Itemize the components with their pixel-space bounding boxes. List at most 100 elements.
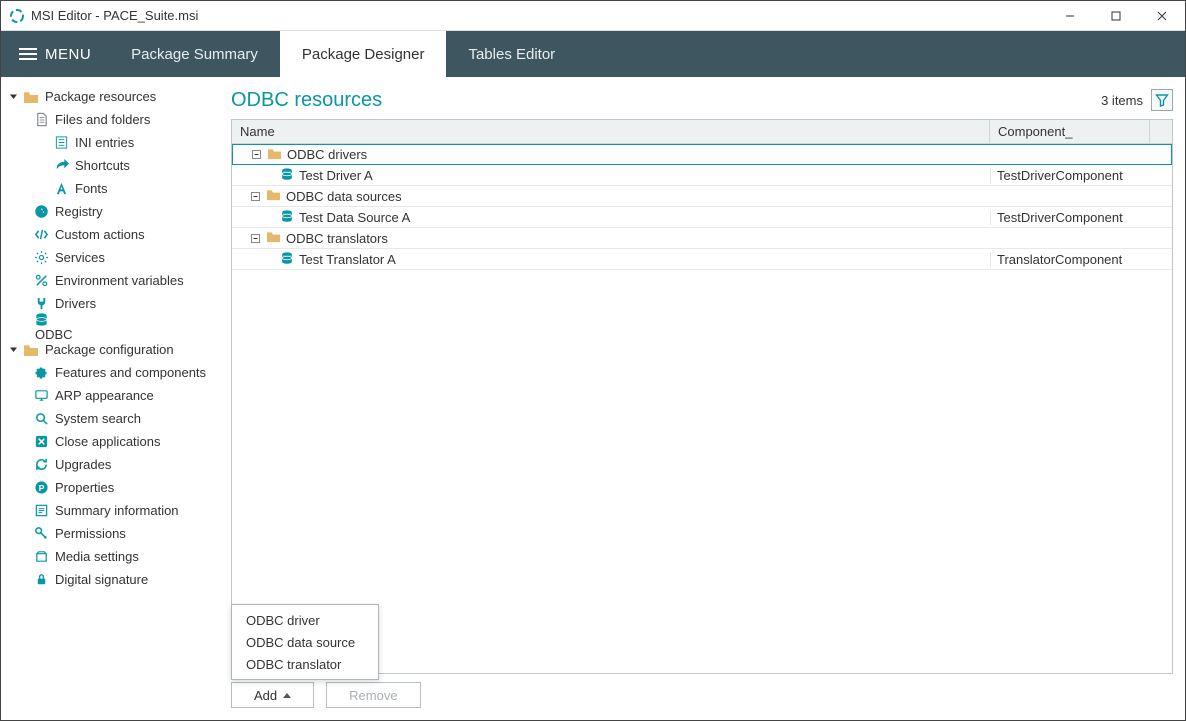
sidebar-item[interactable]: Registry: [1, 200, 223, 223]
main-header: ODBC resources 3 items: [231, 85, 1173, 115]
sidebar-item[interactable]: Features and components: [1, 361, 223, 384]
sidebar-item-label: Summary information: [53, 503, 181, 518]
sidebar-item[interactable]: Environment variables: [1, 269, 223, 292]
key-icon: [33, 526, 49, 542]
sidebar-item[interactable]: Digital signature: [1, 568, 223, 591]
gear-icon: [33, 250, 49, 266]
ini-icon: [53, 135, 69, 151]
sidebar-item[interactable]: ODBC: [1, 315, 223, 338]
sidebar-item[interactable]: Files and folders: [1, 108, 223, 131]
add-menu-item[interactable]: ODBC data source: [232, 631, 378, 653]
caret-up-icon: [283, 693, 291, 698]
sidebar-item[interactable]: INI entries: [1, 131, 223, 154]
menu-label: MENU: [45, 46, 91, 63]
row-component: TestDriverComponent: [990, 210, 1150, 225]
sidebar-item-label: Features and components: [53, 365, 208, 380]
app-logo-icon: [9, 8, 25, 24]
sidebar-item[interactable]: Media settings: [1, 545, 223, 568]
database-icon: [280, 251, 294, 268]
page-title: ODBC resources: [231, 89, 382, 112]
add-menu-item[interactable]: ODBC driver: [232, 609, 378, 631]
folder-icon: [266, 230, 281, 246]
lock-icon: [33, 572, 49, 588]
tab-package-designer[interactable]: Package Designer: [280, 31, 447, 77]
media-icon: [33, 549, 49, 565]
grid-group-row[interactable]: ODBC translators: [232, 228, 1172, 249]
sidebar-item[interactable]: Properties: [1, 476, 223, 499]
sidebar-item[interactable]: Services: [1, 246, 223, 269]
search-icon: [33, 411, 49, 427]
menu-button[interactable]: MENU: [1, 31, 109, 77]
title-bar: MSI Editor - PACE_Suite.msi: [1, 1, 1185, 31]
column-header-component[interactable]: Component_: [990, 120, 1150, 143]
filter-button[interactable]: [1151, 89, 1173, 111]
sidebar-item-label: Upgrades: [53, 457, 113, 472]
folder-icon: [266, 188, 281, 204]
plug-icon: [33, 296, 49, 312]
filter-icon: [1155, 93, 1169, 107]
remove-button[interactable]: Remove: [326, 682, 420, 708]
sidebar-item-label: Media settings: [53, 549, 141, 564]
sidebar-item-label: Fonts: [73, 181, 110, 196]
sidebar-item-label: Environment variables: [53, 273, 186, 288]
sidebar-group[interactable]: Package resources: [1, 85, 223, 108]
collapse-icon[interactable]: [250, 191, 261, 202]
row-component: TestDriverComponent: [990, 168, 1150, 183]
row-component: TranslatorComponent: [990, 252, 1150, 267]
code-icon: [33, 227, 49, 243]
window-minimize-button[interactable]: [1047, 1, 1093, 31]
sidebar-group-label: Package resources: [43, 89, 158, 104]
column-header-name[interactable]: Name: [232, 120, 990, 143]
chevron-down-icon: [7, 344, 19, 356]
database-icon: [280, 209, 294, 226]
sidebar-item-label: Permissions: [53, 526, 128, 541]
sidebar-item[interactable]: Custom actions: [1, 223, 223, 246]
grid-body: ODBC drivers Test Driver A TestDriverCom…: [232, 144, 1172, 673]
sidebar-item-label: Shortcuts: [73, 158, 132, 173]
db-icon: [33, 311, 49, 327]
row-label: ODBC data sources: [286, 189, 402, 204]
grid-group-row[interactable]: ODBC drivers: [232, 144, 1172, 165]
sidebar-item[interactable]: Upgrades: [1, 453, 223, 476]
sidebar-item[interactable]: Summary information: [1, 499, 223, 522]
grid-header: Name Component_: [232, 120, 1172, 144]
tab-tables-editor[interactable]: Tables Editor: [446, 31, 577, 77]
grid-item-row[interactable]: Test Driver A TestDriverComponent: [232, 165, 1172, 186]
sidebar-item[interactable]: Permissions: [1, 522, 223, 545]
grid-item-row[interactable]: Test Translator A TranslatorComponent: [232, 249, 1172, 270]
row-label: ODBC translators: [286, 231, 388, 246]
add-menu-popup: ODBC driverODBC data sourceODBC translat…: [231, 604, 379, 680]
item-count: 3 items: [1101, 93, 1143, 108]
monitor-icon: [33, 388, 49, 404]
add-button[interactable]: Add: [231, 682, 314, 708]
sidebar-item-label: Services: [53, 250, 107, 265]
sidebar-item-label: Registry: [53, 204, 105, 219]
add-menu-item[interactable]: ODBC translator: [232, 653, 378, 675]
column-header-spacer: [1150, 120, 1172, 143]
remove-button-label: Remove: [349, 688, 397, 703]
sidebar-item[interactable]: Close applications: [1, 430, 223, 453]
odbc-grid: Name Component_ ODBC drivers Test Driver…: [231, 119, 1173, 674]
sidebar: Package resources Files and foldersINI en…: [1, 77, 223, 720]
folder-icon: [267, 147, 282, 163]
collapse-icon[interactable]: [251, 149, 262, 160]
refresh-icon: [33, 457, 49, 473]
sidebar-item-label: Properties: [53, 480, 116, 495]
window-maximize-button[interactable]: [1093, 1, 1139, 31]
sidebar-item[interactable]: Shortcuts: [1, 154, 223, 177]
row-label: Test Driver A: [299, 168, 373, 183]
row-label: Test Data Source A: [299, 210, 410, 225]
tab-package-summary[interactable]: Package Summary: [109, 31, 280, 77]
sidebar-item-label: System search: [53, 411, 143, 426]
row-label: Test Translator A: [299, 252, 396, 267]
window-close-button[interactable]: [1139, 1, 1185, 31]
sidebar-item[interactable]: Fonts: [1, 177, 223, 200]
collapse-icon[interactable]: [250, 233, 261, 244]
grid-group-row[interactable]: ODBC data sources: [232, 186, 1172, 207]
sidebar-item[interactable]: System search: [1, 407, 223, 430]
window-title: MSI Editor - PACE_Suite.msi: [31, 8, 198, 23]
grid-item-row[interactable]: Test Data Source A TestDriverComponent: [232, 207, 1172, 228]
sidebar-item-label: Close applications: [53, 434, 163, 449]
database-icon: [280, 167, 294, 184]
sidebar-item[interactable]: ARP appearance: [1, 384, 223, 407]
